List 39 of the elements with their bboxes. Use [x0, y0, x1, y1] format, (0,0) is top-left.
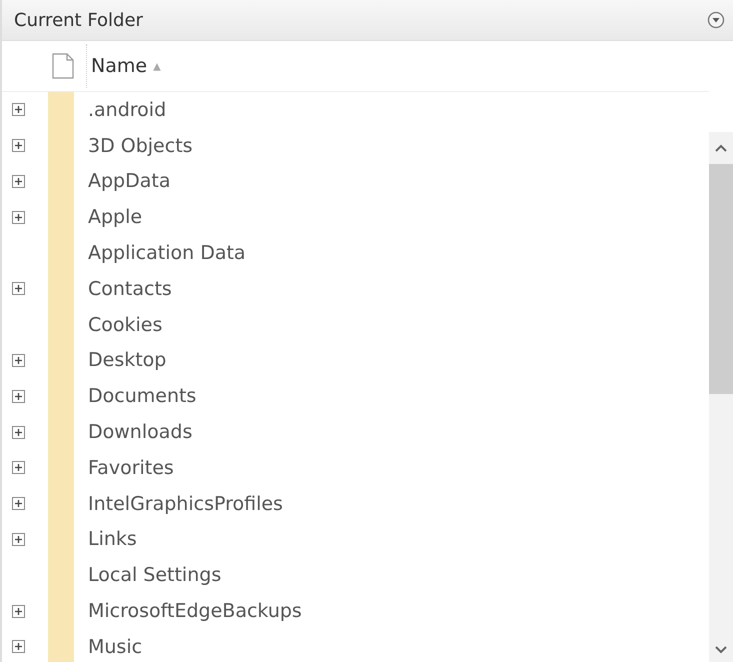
folder-name[interactable]: Apple: [88, 206, 142, 228]
folder-name[interactable]: Documents: [88, 385, 196, 408]
folder-name[interactable]: Favorites: [88, 456, 174, 479]
expand-icon[interactable]: [12, 532, 25, 546]
expand-icon[interactable]: [12, 174, 25, 188]
expand-icon[interactable]: [12, 497, 25, 510]
folder-name[interactable]: Cookies: [88, 314, 162, 336]
folder-name[interactable]: Desktop: [88, 349, 166, 372]
folder-name[interactable]: 3D Objects: [88, 134, 193, 157]
folder-icon: [48, 92, 74, 128]
dropdown-icon[interactable]: [707, 11, 725, 29]
folder-name[interactable]: Downloads: [88, 421, 192, 444]
scrollbar-thumb[interactable]: [709, 164, 733, 394]
scroll-down-icon[interactable]: [715, 646, 727, 654]
expand-icon[interactable]: [12, 640, 25, 654]
folder-name[interactable]: Links: [88, 528, 137, 550]
panel-title: Current Folder: [14, 10, 143, 30]
folder-name[interactable]: AppData: [88, 170, 170, 192]
folder-name[interactable]: Local Settings: [88, 564, 222, 586]
expand-icon[interactable]: [12, 103, 25, 116]
scroll-up-icon[interactable]: [715, 144, 727, 152]
expand-icon[interactable]: [12, 210, 25, 224]
expand-icon[interactable]: [12, 139, 25, 152]
folder-name[interactable]: Contacts: [88, 278, 172, 300]
folder-name[interactable]: MicrosoftEdgeBackups: [88, 600, 302, 622]
scrollbar[interactable]: [709, 132, 733, 662]
folder-icon: [48, 628, 74, 662]
expand-icon[interactable]: [12, 282, 25, 296]
folder-name[interactable]: IntelGraphicsProfiles: [88, 492, 283, 515]
file-icon: [52, 53, 74, 79]
expand-icon[interactable]: [12, 461, 25, 474]
expand-icon[interactable]: [12, 354, 25, 367]
expand-icon[interactable]: [12, 390, 25, 403]
folder-name[interactable]: Music: [88, 636, 142, 658]
folder-name[interactable]: Application Data: [88, 242, 246, 264]
name-column-header[interactable]: Name ▲: [86, 44, 165, 88]
expand-icon[interactable]: [12, 426, 25, 439]
expand-icon[interactable]: [12, 604, 25, 618]
folder-name[interactable]: .android: [88, 98, 166, 121]
